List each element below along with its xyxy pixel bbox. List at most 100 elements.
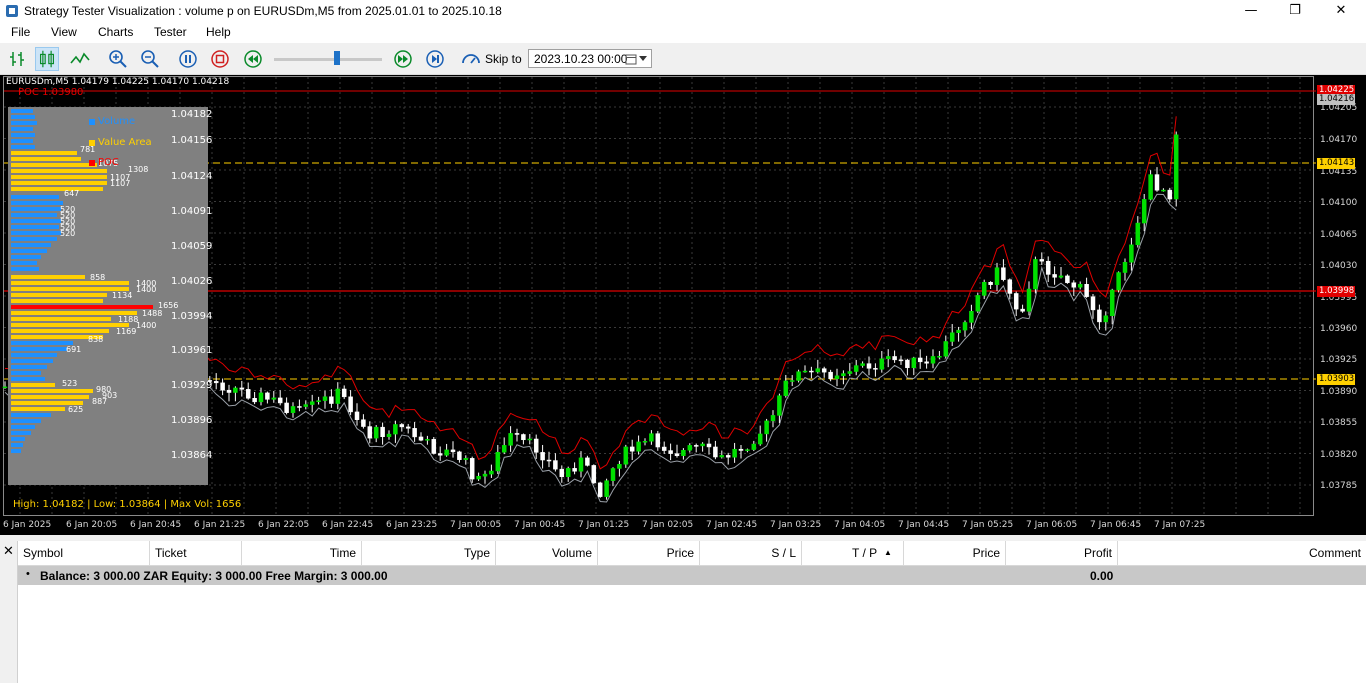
vp-level-label: 1.03929 [171,380,213,391]
vp-level-label: 1.03961 [171,345,213,356]
vp-bar [11,371,41,375]
candle-body [463,458,469,460]
vp-bar [11,347,67,351]
y-axis-label: 1.03925 [1320,355,1358,365]
candle-body [751,443,757,450]
y-axis-label: 1.03785 [1320,481,1358,491]
candle-body [713,446,718,458]
candle-body [469,458,475,480]
col-profit[interactable]: Profit [1006,541,1118,565]
candle-body [271,397,277,400]
candle-body [655,433,661,448]
vp-bar [11,139,33,143]
vp-bar [11,157,81,161]
candle-body [1013,293,1019,310]
x-axis-label: 7 Jan 06:45 [1090,520,1142,530]
x-axis-label: 6 Jan 21:25 [194,520,246,530]
candle-body [361,419,366,427]
candle-body [316,400,321,402]
candle-body [322,396,328,401]
candle-body [258,392,264,403]
zoom-in-icon[interactable] [106,47,130,71]
candle-body [572,468,577,472]
legend-volume: Volume [98,116,136,127]
vp-bar-value: 781 [80,145,96,154]
chart-area[interactable]: 781 1075 1308 1107 1107 647 520 520 520 520 520 858… [0,75,1366,535]
maximize-button[interactable]: ❐ [1272,0,1318,23]
vp-bar [11,169,107,173]
volume-profile-panel: 781 1075 1308 1107 1107 647 520 520 520 520 520 858… [8,107,212,485]
candle-body [540,452,545,461]
col-tp[interactable]: T / P ▲ [802,541,904,565]
candle-body [745,449,750,451]
candle-body [668,450,673,454]
candle-body [565,468,571,477]
menu-charts[interactable]: Charts [98,25,133,39]
speed-up-icon[interactable] [391,47,415,71]
col-ticket[interactable]: Ticket [150,541,242,565]
candle-body [1045,260,1051,275]
col-current-price[interactable]: Price [904,541,1006,565]
line-chart-icon[interactable] [68,47,92,71]
menu-tester[interactable]: Tester [154,25,187,39]
x-axis-label: 7 Jan 04:05 [834,520,886,530]
candle-body [373,426,379,439]
pause-icon[interactable] [176,47,200,71]
calendar-icon[interactable] [625,53,637,65]
col-comment[interactable]: Comment [1118,541,1366,565]
skip-to-icon[interactable] [459,47,483,71]
col-type[interactable]: Type [362,541,496,565]
close-icon[interactable]: ✕ [3,544,14,559]
menu-view[interactable]: View [51,25,77,39]
vp-bar [11,145,35,149]
balance-row[interactable]: • Balance: 3 000.00 ZAR Equity: 3 000.00… [18,566,1366,585]
speed-slider-thumb[interactable] [334,51,340,65]
stop-icon[interactable] [208,47,232,71]
x-axis-label: 7 Jan 00:45 [514,520,566,530]
vp-bar [11,425,35,429]
vp-bar [11,187,103,191]
candle-body [444,449,449,456]
candle-body [937,356,942,358]
vp-level-label: 1.04091 [171,206,213,217]
vp-bar [11,249,47,253]
poc-label: POC 1.03980 [18,87,84,98]
slow-down-icon[interactable] [241,47,265,71]
candle-body [988,281,993,285]
candle-body [482,473,488,477]
col-sl[interactable]: S / L [700,541,802,565]
candlestick-icon[interactable] [35,47,59,71]
candle-body [943,341,949,357]
candle-body [719,455,725,458]
step-forward-icon[interactable] [423,47,447,71]
x-axis-label: 7 Jan 06:05 [1026,520,1078,530]
candle-body [636,441,641,452]
candle-body [1109,289,1115,317]
y-axis-label: 1.04100 [1320,198,1358,208]
col-volume[interactable]: Volume [496,541,598,565]
skip-to-label: Skip to [485,52,522,66]
col-price[interactable]: Price [598,541,700,565]
candle-body [700,443,705,447]
menu-help[interactable]: Help [206,25,231,39]
vp-bar-value: 647 [64,189,80,198]
vp-bar-value: 1169 [116,327,137,336]
close-button[interactable]: ✕ [1318,0,1364,23]
candle-body [796,371,801,381]
x-axis-label: 7 Jan 03:25 [770,520,822,530]
minimize-button[interactable]: — [1228,0,1274,23]
zoom-out-icon[interactable] [138,47,162,71]
chevron-down-icon[interactable] [639,56,647,62]
toolbox-close[interactable]: ✕ [0,541,18,683]
menu-file[interactable]: File [11,25,30,39]
y-axis-label: 1.03960 [1320,324,1358,334]
candle-body [354,411,360,420]
col-symbol[interactable]: Symbol [18,541,150,565]
candle-body [834,375,840,380]
bar-chart-icon[interactable] [5,47,29,71]
vp-bar [11,281,129,285]
skip-date-field[interactable]: 2023.10.23 00:00 [528,49,652,68]
window-title: Strategy Tester Visualization : volume p… [24,4,502,18]
col-time[interactable]: Time [242,541,362,565]
speed-slider-track[interactable] [274,58,382,61]
